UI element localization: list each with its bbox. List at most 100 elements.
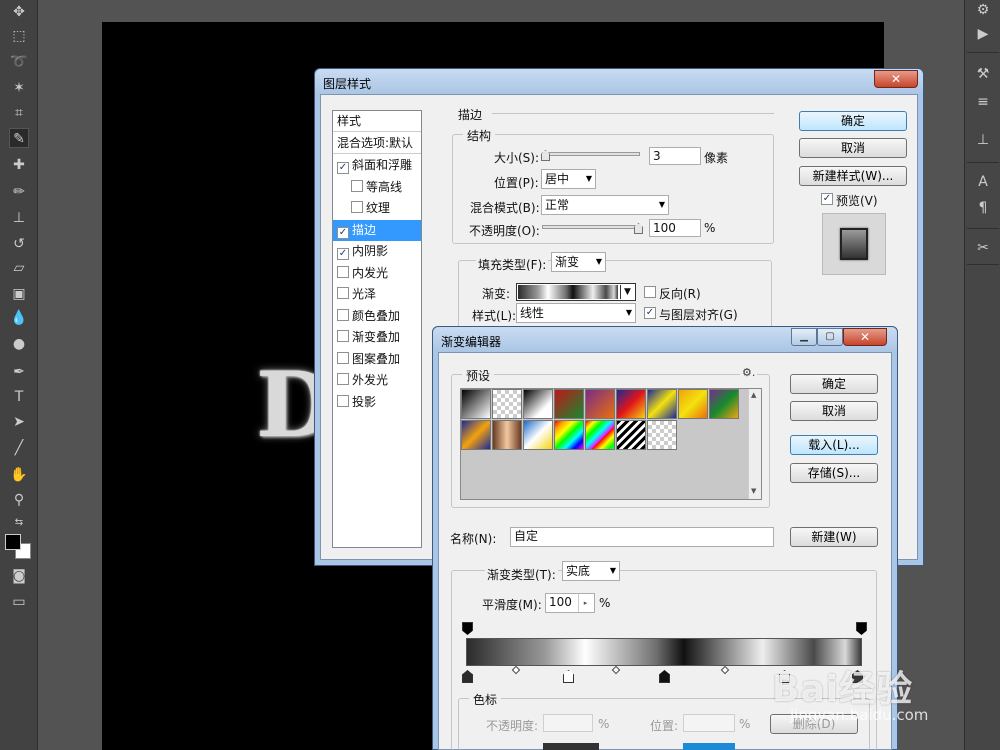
style-select[interactable]: 线性 ▼	[516, 303, 636, 323]
stop-color-swatch[interactable]	[543, 743, 599, 750]
preset-swatch[interactable]	[461, 420, 491, 450]
style-item-checkbox[interactable]	[337, 330, 349, 342]
style-item-checkbox[interactable]	[337, 351, 349, 364]
stepper-arrow-icon[interactable]: ▸	[578, 594, 592, 612]
cancel-button[interactable]: 取消	[799, 138, 907, 158]
brush-panel-icon[interactable]: ≡	[973, 92, 993, 112]
lasso-tool-icon[interactable]: ➰	[9, 52, 29, 72]
fill-type-select[interactable]: 渐变 ▼	[551, 252, 606, 272]
minimize-icon[interactable]: ▁	[791, 328, 817, 346]
brush-tool-icon[interactable]: ✏	[9, 182, 29, 202]
character-panel-icon[interactable]: A	[973, 172, 993, 192]
type-tool-icon[interactable]: T	[9, 387, 29, 407]
blur-tool-icon[interactable]: 💧	[9, 308, 29, 328]
preset-swatch[interactable]	[554, 420, 584, 450]
gradient-ok-button[interactable]: 确定	[790, 374, 878, 394]
zoom-tool-icon[interactable]: ⚲	[9, 490, 29, 510]
settings-gear-icon[interactable]: ⚙.	[740, 366, 758, 379]
style-item-checkbox[interactable]	[337, 287, 349, 299]
save-button[interactable]: 存储(S)...	[790, 463, 878, 483]
size-slider[interactable]	[542, 152, 640, 156]
style-item[interactable]: 等高线	[333, 177, 421, 198]
swap-colors-icon[interactable]: ⇆	[9, 513, 29, 533]
magic-wand-tool-icon[interactable]: ✶	[9, 78, 29, 98]
clone-source-icon[interactable]: ⊥	[973, 130, 993, 150]
presets-scrollbar[interactable]: ▲ ▼	[748, 389, 761, 499]
gradient-cancel-button[interactable]: 取消	[790, 401, 878, 421]
play-icon[interactable]: ▶	[973, 24, 993, 44]
foreground-color-swatch[interactable]	[5, 534, 21, 550]
style-item-checkbox[interactable]	[337, 373, 349, 385]
gradient-picker[interactable]: ▼	[516, 283, 636, 301]
style-item-checkbox[interactable]: ✓	[337, 248, 349, 260]
preset-swatch[interactable]	[492, 389, 522, 419]
screen-mode-icon[interactable]: ▭	[9, 592, 29, 612]
ok-button[interactable]: 确定	[799, 111, 907, 131]
preview-checkbox[interactable]: ✓	[821, 193, 833, 205]
style-item[interactable]: 纹理	[333, 198, 421, 219]
style-item[interactable]: 外发光	[333, 370, 421, 391]
position-select[interactable]: 居中 ▼	[541, 169, 596, 189]
preset-swatch[interactable]	[461, 389, 491, 419]
adjust-icon[interactable]: ⚙	[973, 0, 993, 20]
clone-stamp-tool-icon[interactable]: ⊥	[9, 208, 29, 228]
line-tool-icon[interactable]: ╱	[9, 438, 29, 458]
preset-swatch[interactable]	[523, 389, 553, 419]
preset-swatch[interactable]	[492, 420, 522, 450]
preset-swatch[interactable]	[616, 389, 646, 419]
gradient-tool-icon[interactable]: ▣	[9, 284, 29, 304]
preset-swatch[interactable]	[585, 389, 615, 419]
eyedropper-tool-icon[interactable]: ✎	[9, 128, 29, 148]
style-item[interactable]: 颜色叠加	[333, 306, 421, 327]
scroll-up-icon[interactable]: ▲	[751, 391, 756, 399]
reverse-checkbox[interactable]	[644, 286, 656, 298]
move-tool-icon[interactable]: ✥	[9, 2, 29, 22]
scroll-down-icon[interactable]: ▼	[751, 487, 756, 495]
smoothness-input[interactable]: 100 ▸	[545, 593, 595, 613]
tool-presets-icon[interactable]: ✂	[973, 238, 993, 258]
load-button[interactable]: 载入(L)...	[790, 435, 878, 455]
style-item-checkbox[interactable]: ✓	[337, 226, 349, 239]
name-input[interactable]: 自定	[510, 527, 774, 547]
style-item[interactable]: 图案叠加	[333, 349, 421, 370]
style-item[interactable]: 光泽	[333, 284, 421, 305]
style-item[interactable]: ✓ 描边	[333, 219, 421, 241]
hand-tool-icon[interactable]: ✋	[9, 465, 29, 485]
blend-mode-select[interactable]: 正常 ▼	[541, 195, 669, 215]
quick-mask-icon[interactable]: ◙	[9, 566, 29, 586]
preset-swatch[interactable]	[678, 389, 708, 419]
style-item[interactable]: 内发光	[333, 263, 421, 284]
blend-options-item[interactable]: 混合选项:默认	[333, 133, 421, 154]
layer-style-titlebar[interactable]: 图层样式	[315, 69, 923, 95]
align-with-layer-checkbox[interactable]: ✓	[644, 307, 656, 319]
stop-opacity-input[interactable]	[543, 714, 593, 732]
eraser-tool-icon[interactable]: ▱	[9, 258, 29, 278]
close-icon[interactable]: ✕	[843, 328, 887, 346]
style-item-checkbox[interactable]: ✓	[337, 162, 349, 174]
styles-header[interactable]: 样式	[333, 111, 421, 132]
style-item-checkbox[interactable]	[337, 308, 349, 321]
size-input[interactable]: 3	[649, 147, 701, 165]
preset-swatch[interactable]	[647, 420, 677, 450]
preset-swatch[interactable]	[647, 389, 677, 419]
style-item-checkbox[interactable]	[351, 201, 363, 213]
dodge-tool-icon[interactable]: ●	[9, 334, 29, 354]
style-item[interactable]: ✓ 内阴影	[333, 241, 421, 262]
new-gradient-button[interactable]: 新建(W)	[790, 527, 878, 547]
path-selection-tool-icon[interactable]: ➤	[9, 412, 29, 432]
close-icon[interactable]: ✕	[874, 70, 918, 88]
healing-brush-tool-icon[interactable]: ✚	[9, 155, 29, 175]
style-item-checkbox[interactable]	[351, 179, 363, 192]
preset-swatch[interactable]	[616, 420, 646, 450]
opacity-slider[interactable]	[542, 225, 640, 229]
brush-preset-icon[interactable]: ⚒	[973, 64, 993, 84]
style-item-checkbox[interactable]	[337, 265, 349, 278]
opacity-input[interactable]: 100	[649, 219, 701, 237]
preset-swatch[interactable]	[523, 420, 553, 450]
gradient-type-select[interactable]: 实底 ▼	[562, 561, 620, 581]
stop-location-swatch[interactable]	[683, 743, 735, 750]
marquee-tool-icon[interactable]: ⬚	[9, 26, 29, 46]
style-item-checkbox[interactable]	[337, 394, 349, 407]
new-style-button[interactable]: 新建样式(W)...	[799, 166, 907, 186]
style-item[interactable]: 渐变叠加	[333, 327, 421, 348]
